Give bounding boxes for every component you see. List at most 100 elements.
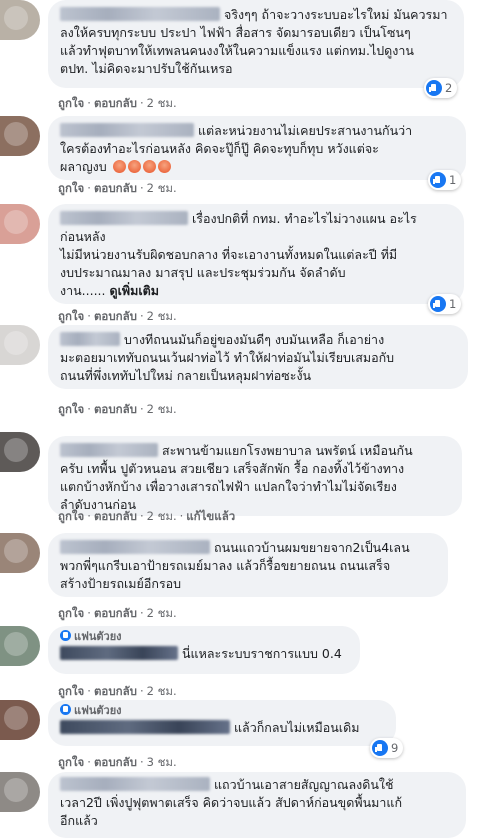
reply-button[interactable]: ตอบกลับ (94, 181, 137, 195)
reaction-count[interactable]: 1 (428, 294, 462, 314)
comment-bubble: สะพานข้ามแยกโรงพยาบาล นพรัตน์ เหมือนกัน … (48, 436, 462, 516)
comment-actions: ถูกใจ · ตอบกลับ · 2 ชม. (58, 402, 177, 416)
timestamp[interactable]: 2 ชม. (147, 509, 177, 523)
angry-face-icon (127, 160, 141, 173)
avatar[interactable] (0, 204, 40, 244)
angry-face-icon (112, 160, 126, 173)
comment-actions: ถูกใจ · ตอบกลับ · 3 ชม. (58, 755, 177, 769)
top-fan-badge: แฟนตัวยง (60, 704, 384, 718)
avatar[interactable] (0, 325, 40, 365)
comment-text-line: ตปท. ไม่คิดจะมาปรับใช้กันเหรอ (60, 61, 233, 76)
comment-text-line: ถนนแถวบ้านผมขยายจาก2เป็น4เลน (214, 540, 410, 555)
comment-text-line: สร้างป้ายรถเมย์อีกรอบ (60, 576, 182, 591)
author-name-blurred[interactable] (60, 7, 220, 21)
comment-text-line: จริงๆๆ ถ้าจะวางระบบอะไรใหม่ มันควรมา (224, 7, 448, 22)
comment-actions: ถูกใจ · ตอบกลับ · 2 ชม. · แก้ไขแล้ว (58, 509, 236, 523)
comment-bubble: ถนนแถวบ้านผมขยายจาก2เป็น4เลน พวกพี่ๆแกรี… (48, 533, 448, 597)
reply-button[interactable]: ตอบกลับ (94, 402, 137, 416)
reply-button[interactable]: ตอบกลับ (94, 684, 137, 698)
like-button[interactable]: ถูกใจ (58, 509, 84, 523)
comment-bubble: แฟนตัวยง แล้วก็กลบไม่เหมือนเดิม (48, 700, 396, 746)
avatar[interactable] (0, 116, 40, 156)
reply-button[interactable]: ตอบกลับ (94, 96, 137, 110)
like-button[interactable]: ถูกใจ (58, 309, 84, 323)
timestamp[interactable]: 2 ชม. (147, 96, 177, 110)
badge-label: แฟนตัวยง (74, 630, 122, 643)
like-icon (430, 172, 446, 188)
comment-text-line: ครับ เทพื้น ปูตัวหนอน สวยเชียว เสร็จสักพ… (60, 461, 405, 476)
comment-bubble: แฟนตัวยง นี่แหละระบบราชการแบบ 0.4 (48, 626, 360, 674)
comment-text-line: งบประมาณมาลง มาสรุป และประชุมร่วมกัน จัด… (60, 265, 346, 280)
author-name-blurred[interactable] (60, 777, 210, 791)
author-name-blurred[interactable] (60, 540, 210, 554)
comment-text-line: สะพานข้ามแยกโรงพยาบาล นพรัตน์ เหมือนกัน (162, 443, 413, 458)
timestamp[interactable]: 2 ชม. (147, 606, 177, 620)
author-name-blurred[interactable] (60, 211, 188, 225)
comment-actions: ถูกใจ · ตอบกลับ · 2 ชม. (58, 684, 177, 698)
comment-text-line: บางทีถนนมันก็อยู่ของมันดีๆ งบมันเหลือ ก็… (124, 332, 385, 347)
timestamp[interactable]: 2 ชม. (147, 402, 177, 416)
reaction-count[interactable]: 2 (424, 78, 458, 98)
comment-actions: ถูกใจ · ตอบกลับ · 2 ชม. (58, 96, 177, 110)
comment-actions: ถูกใจ · ตอบกลับ · 2 ชม. (58, 181, 177, 195)
avatar[interactable] (0, 700, 40, 740)
avatar[interactable] (0, 432, 40, 472)
reply-button[interactable]: ตอบกลับ (94, 755, 137, 769)
comment-text-line: เรื่องปกติที่ กทม. ทำอะไรไม่วางแผน อะไร (192, 211, 417, 226)
avatar[interactable] (0, 772, 40, 812)
like-icon (430, 296, 446, 312)
comment-bubble: แถวบ้านเอาสายสัญญาณลงดินใช้ เวลา2ปี เพิ่… (48, 772, 466, 838)
reaction-count[interactable]: 9 (370, 738, 404, 758)
like-button[interactable]: ถูกใจ (58, 755, 84, 769)
comment-text-line: แต่ละหน่วยงานไม่เคยประสานงานกันว่า (198, 123, 413, 138)
author-name-blurred[interactable] (60, 123, 194, 137)
reply-button[interactable]: ตอบกลับ (94, 509, 137, 523)
comment-text-line: เวลา2ปี เพิ่งปูฟุตพาตเสร็จ คิดว่าจบแล้ว … (60, 795, 403, 810)
timestamp[interactable]: 3 ชม. (147, 755, 177, 769)
comment-text-line: อีกแล้ว (60, 813, 98, 828)
comment-bubble: บางทีถนนมันก็อยู่ของมันดีๆ งบมันเหลือ ก็… (48, 325, 468, 389)
like-button[interactable]: ถูกใจ (58, 96, 84, 110)
comment-text-line: แตกบ้างหักบ้าง เพื่อวางเสารถไฟฟ้า แปลกใจ… (60, 479, 397, 494)
like-button[interactable]: ถูกใจ (58, 684, 84, 698)
reaction-number: 1 (449, 173, 457, 187)
author-name-blurred[interactable] (60, 443, 158, 457)
comment-text-line: ก่อนหลัง (60, 229, 106, 244)
comment-text-line: ใครต้องทำอะไรก่อนหลัง คิดจะปู๊ก็ปู๊ คิดจ… (60, 141, 379, 156)
comment-text-line: งาน...... (60, 283, 106, 298)
comment-text-line: ไม่มีหน่วยงานรับผิดชอบกลาง ที่จะเอางานทั… (60, 247, 398, 262)
comment-text-line: ถนนที่พึ่งเททับไปใหม่ กลายเป็นหลุมฝาท่อซ… (60, 368, 312, 383)
timestamp[interactable]: 2 ชม. (147, 684, 177, 698)
edited-label[interactable]: แก้ไขแล้ว (186, 509, 235, 523)
fan-badge-icon (60, 704, 71, 715)
author-name-blurred[interactable] (60, 332, 120, 346)
author-name-blurred[interactable] (60, 720, 230, 734)
like-icon (372, 740, 388, 756)
angry-face-icon (142, 160, 156, 173)
like-button[interactable]: ถูกใจ (58, 606, 84, 620)
see-more-link[interactable]: ดูเพิ่มเติม (110, 283, 160, 298)
avatar[interactable] (0, 626, 40, 666)
badge-label: แฟนตัวยง (74, 704, 122, 717)
reaction-count[interactable]: 1 (428, 170, 462, 190)
comment-text-line: แล้วทำฟุตบาทให้เทพลนคนงงให้ในความแข็งแรง… (60, 43, 414, 58)
like-button[interactable]: ถูกใจ (58, 181, 84, 195)
avatar[interactable] (0, 0, 40, 40)
reaction-number: 9 (391, 741, 399, 755)
reply-button[interactable]: ตอบกลับ (94, 309, 137, 323)
comment-actions: ถูกใจ · ตอบกลับ · 2 ชม. (58, 606, 177, 620)
fan-badge-icon (60, 630, 71, 641)
top-fan-badge: แฟนตัวยง (60, 630, 348, 644)
comment-text-line: แล้วก็กลบไม่เหมือนเดิม (234, 720, 360, 735)
author-name-blurred[interactable] (60, 646, 178, 660)
reaction-number: 1 (449, 297, 457, 311)
reply-button[interactable]: ตอบกลับ (94, 606, 137, 620)
comment-bubble: เรื่องปกติที่ กทม. ทำอะไรไม่วางแผน อะไร … (48, 204, 464, 304)
timestamp[interactable]: 2 ชม. (147, 181, 177, 195)
avatar[interactable] (0, 533, 40, 573)
like-icon (426, 80, 442, 96)
comment-text-line: มะตอยมาเททับถนนเว้นฝาท่อไว้ ทำให้ฝาท่อมั… (60, 350, 395, 365)
timestamp[interactable]: 2 ชม. (147, 309, 177, 323)
comment-bubble: แต่ละหน่วยงานไม่เคยประสานงานกันว่า ใครต้… (48, 116, 466, 180)
like-button[interactable]: ถูกใจ (58, 402, 84, 416)
